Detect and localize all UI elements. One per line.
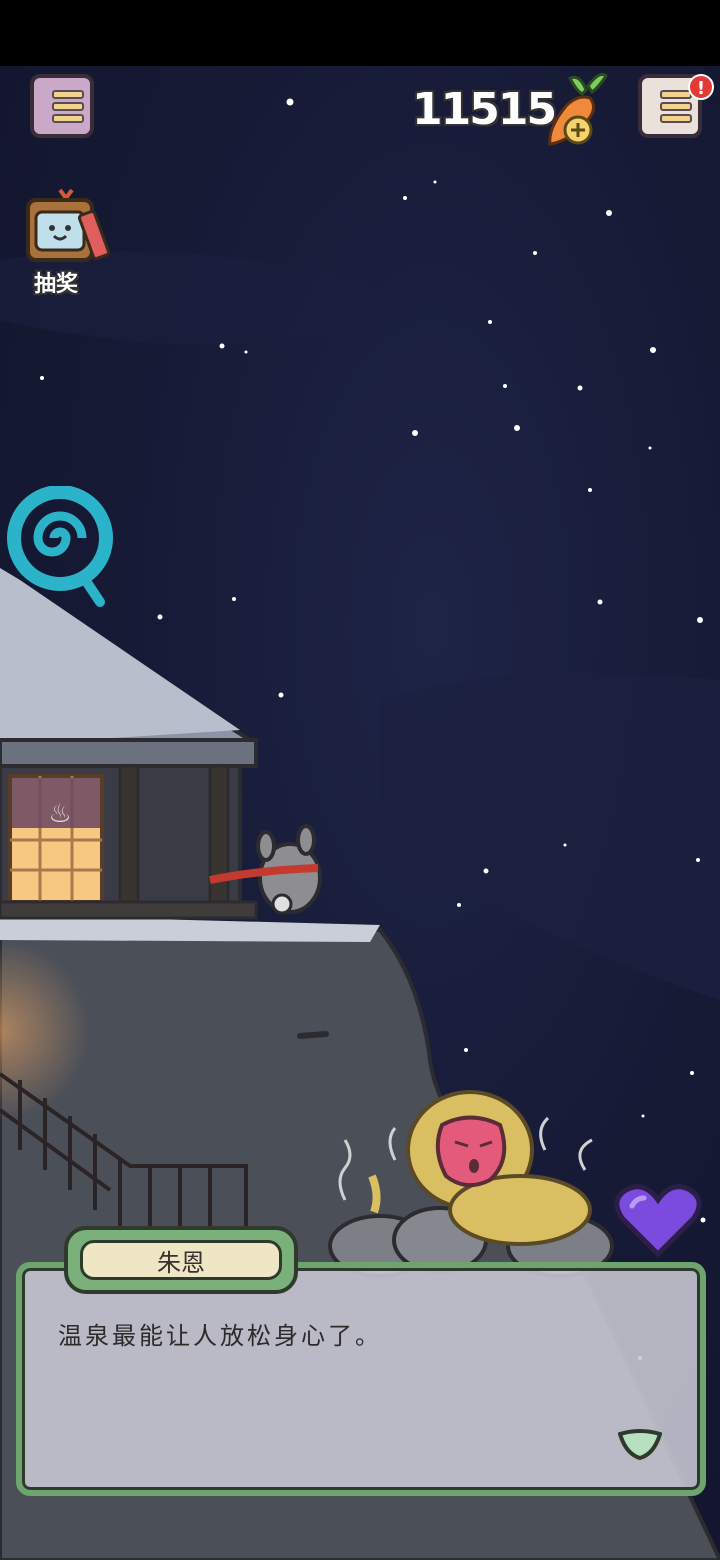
carrot-plus-icon[interactable]	[540, 68, 612, 152]
svg-text:♨: ♨	[48, 799, 71, 829]
next-arrow-icon[interactable]	[618, 1428, 662, 1462]
dialog-text: 温泉最能让人放松身心了。	[58, 1322, 382, 1350]
lollipop-swirl-icon[interactable]	[6, 486, 116, 610]
carrot-count: 11515	[412, 84, 557, 135]
onsen-house: ♨	[0, 567, 258, 920]
game-scene[interactable]: ♨ 11515 ! 抽奖 朱恩 温泉最能让人放松身心了。	[0, 0, 720, 1560]
menu-button[interactable]	[26, 62, 96, 138]
speaker-name: 朱恩	[80, 1240, 282, 1280]
speaker-tab: 朱恩	[64, 1226, 298, 1294]
heart-icon[interactable]	[612, 1180, 704, 1260]
notification-badge: !	[688, 74, 714, 100]
cloud	[380, 673, 720, 1000]
lottery-label: 抽奖	[33, 272, 78, 297]
menu-icon	[30, 74, 94, 138]
dialog-box[interactable]	[16, 1262, 706, 1496]
